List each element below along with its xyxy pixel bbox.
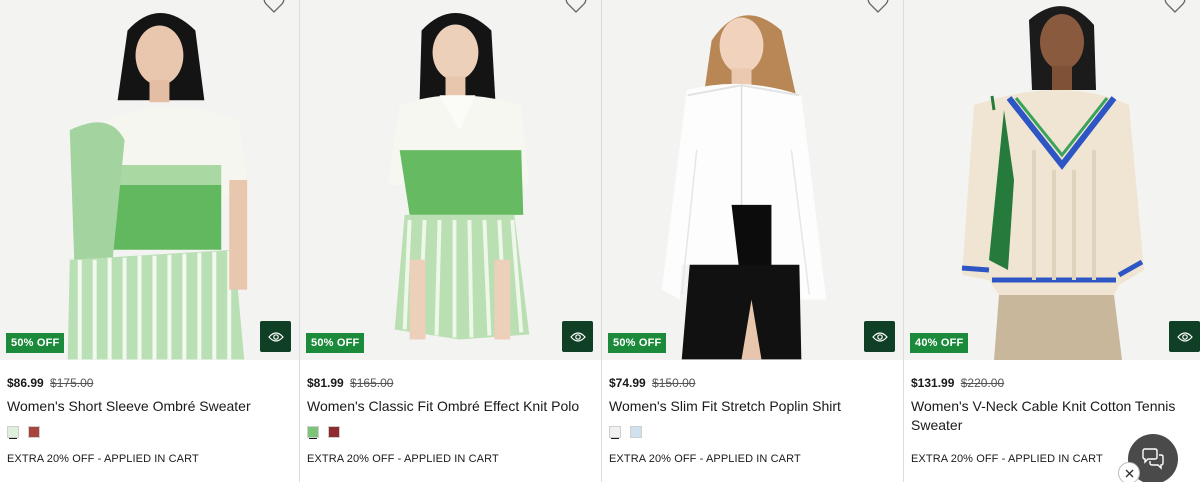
- wishlist-heart-icon[interactable]: [263, 0, 285, 14]
- eye-icon: [871, 331, 888, 342]
- product-image[interactable]: 40% OFF: [904, 0, 1200, 360]
- discount-badge: 50% OFF: [6, 333, 65, 353]
- sale-price: $131.99: [911, 376, 955, 390]
- color-swatch[interactable]: [630, 426, 642, 438]
- eye-icon: [569, 331, 586, 342]
- original-price: $220.00: [960, 376, 1005, 390]
- original-price: $165.00: [350, 376, 394, 390]
- wishlist-heart-icon[interactable]: [1164, 0, 1186, 14]
- product-card[interactable]: 40% OFF $131.99 $220.00 Women's V-Neck C…: [904, 0, 1200, 482]
- product-image[interactable]: 50% OFF: [300, 0, 601, 360]
- product-image[interactable]: 50% OFF: [602, 0, 903, 360]
- close-chat-button[interactable]: [1118, 462, 1140, 482]
- discount-badge: 50% OFF: [306, 333, 365, 353]
- sale-price: $86.99: [7, 376, 44, 390]
- quick-view-button[interactable]: [864, 321, 895, 352]
- price-row: $74.99 $150.00: [609, 376, 896, 390]
- product-name[interactable]: Women's Classic Fit Ombré Effect Knit Po…: [307, 397, 594, 416]
- price-row: $131.99 $220.00: [911, 376, 1193, 390]
- color-swatches: [609, 426, 896, 438]
- product-name[interactable]: Women's Short Sleeve Ombré Sweater: [7, 397, 292, 416]
- color-swatch[interactable]: [328, 426, 340, 438]
- sale-price: $81.99: [307, 376, 344, 390]
- product-grid: 50% OFF $86.99 $175.00 Women's Short Sle…: [0, 0, 1200, 482]
- product-card[interactable]: 50% OFF $86.99 $175.00 Women's Short Sle…: [0, 0, 300, 482]
- quick-view-button[interactable]: [1169, 321, 1200, 352]
- quick-view-button[interactable]: [260, 321, 291, 352]
- model-photo: [904, 0, 1200, 360]
- color-swatch[interactable]: [307, 426, 319, 438]
- promo-text: EXTRA 20% OFF - APPLIED IN CART: [7, 453, 199, 465]
- original-price: $175.00: [50, 376, 94, 390]
- model-photo: [602, 0, 903, 360]
- close-icon: [1125, 469, 1133, 477]
- original-price: $150.00: [652, 376, 696, 390]
- product-name[interactable]: Women's Slim Fit Stretch Poplin Shirt: [609, 397, 896, 416]
- product-image[interactable]: 50% OFF: [0, 0, 299, 360]
- product-name[interactable]: Women's V-Neck Cable Knit Cotton Tennis …: [911, 397, 1193, 435]
- color-swatches: [307, 426, 594, 438]
- chat-bubbles-icon: [1142, 448, 1164, 470]
- sale-price: $74.99: [609, 376, 646, 390]
- quick-view-button[interactable]: [562, 321, 593, 352]
- product-card[interactable]: 50% OFF $74.99 $150.00 Women's Slim Fit …: [602, 0, 904, 482]
- price-row: $86.99 $175.00: [7, 376, 292, 390]
- model-photo: [0, 0, 299, 360]
- discount-badge: 50% OFF: [608, 333, 667, 353]
- model-photo: [300, 0, 601, 360]
- color-swatch[interactable]: [609, 426, 621, 438]
- promo-text: EXTRA 20% OFF - APPLIED IN CART: [911, 453, 1103, 465]
- wishlist-heart-icon[interactable]: [867, 0, 889, 14]
- color-swatch[interactable]: [7, 426, 19, 438]
- promo-text: EXTRA 20% OFF - APPLIED IN CART: [307, 453, 499, 465]
- promo-text: EXTRA 20% OFF - APPLIED IN CART: [609, 453, 801, 465]
- price-row: $81.99 $165.00: [307, 376, 594, 390]
- discount-badge: 40% OFF: [910, 333, 969, 353]
- color-swatch[interactable]: [28, 426, 40, 438]
- eye-icon: [267, 331, 284, 342]
- eye-icon: [1176, 331, 1193, 342]
- wishlist-heart-icon[interactable]: [565, 0, 587, 14]
- product-card[interactable]: 50% OFF $81.99 $165.00 Women's Classic F…: [300, 0, 602, 482]
- color-swatches: [7, 426, 292, 438]
